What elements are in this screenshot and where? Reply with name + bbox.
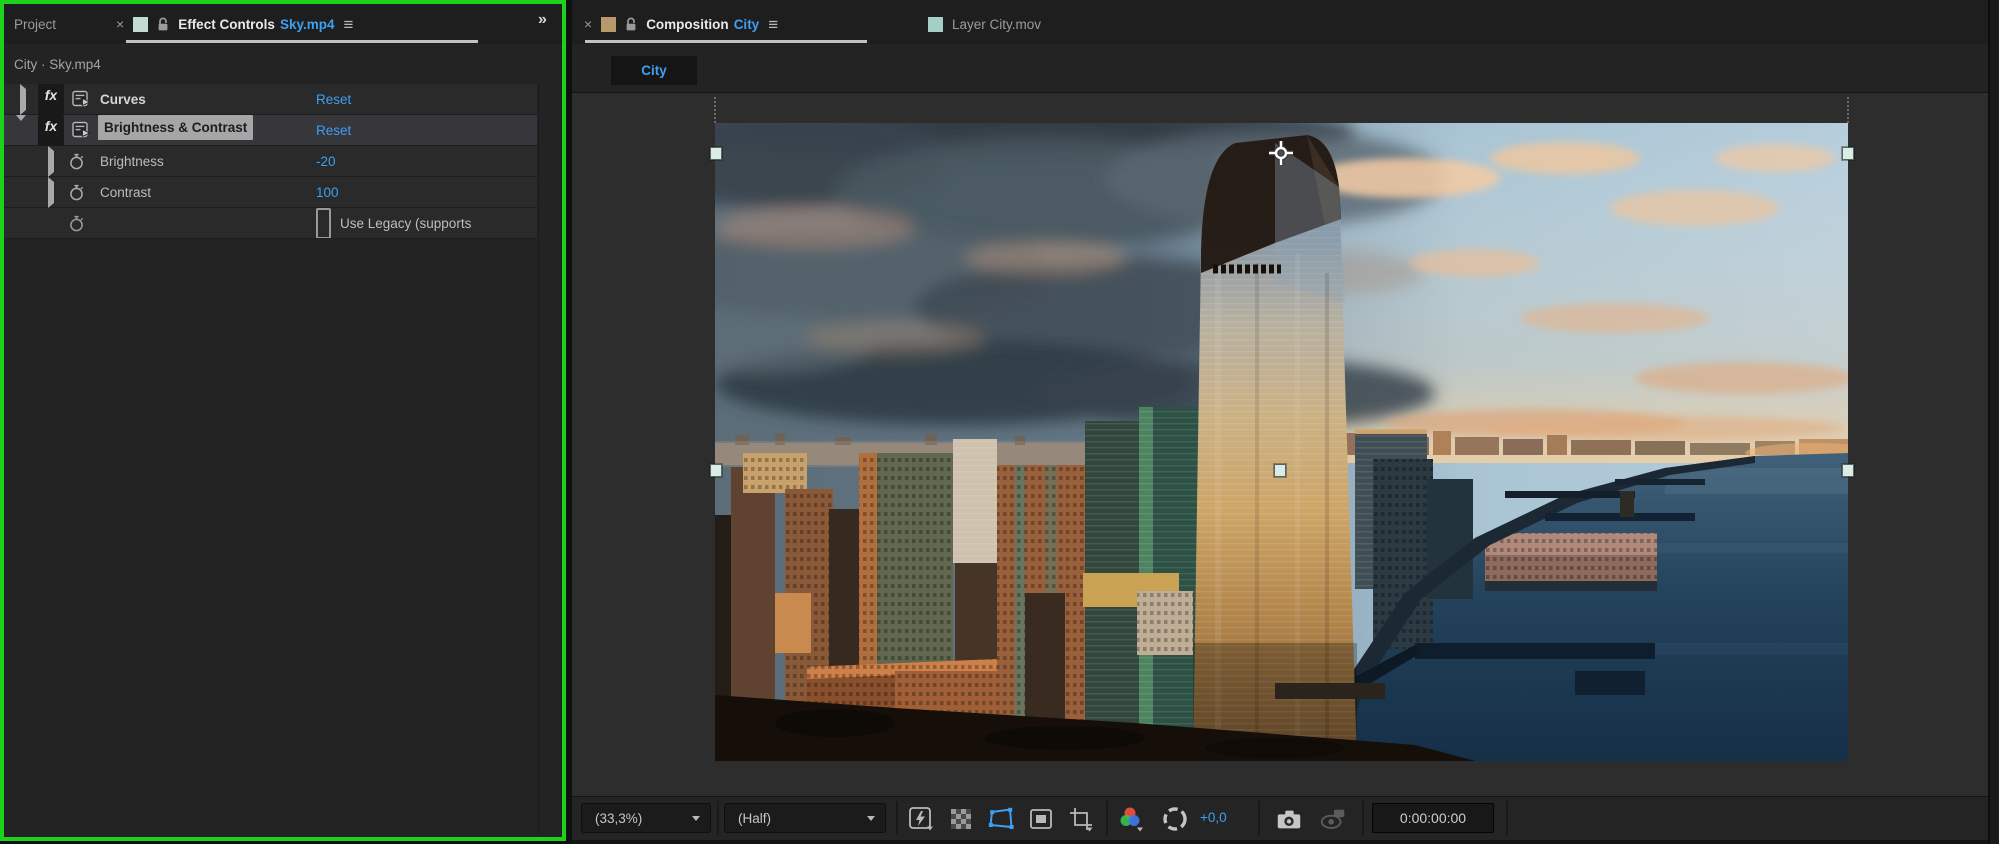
resolution-dropdown[interactable]: (Half)	[724, 803, 886, 833]
panel-color-swatch	[601, 16, 617, 32]
app-root: Project × Effect Controls Sky.mp4 ≡ » Ci…	[0, 0, 1999, 844]
composition-viewer[interactable]	[572, 92, 1988, 796]
effect-icon	[72, 90, 91, 107]
stopwatch-icon[interactable]	[68, 184, 85, 201]
tab-composition[interactable]: × Composition City ≡	[584, 4, 778, 44]
chevron-right-icon[interactable]	[48, 177, 54, 208]
selection-handle[interactable]	[710, 147, 722, 160]
active-tab-underline	[126, 40, 478, 43]
composition-subtab-city[interactable]: City	[611, 56, 697, 85]
magnification-dropdown[interactable]: (33,3%)	[581, 803, 711, 833]
property-name: Contrast	[100, 185, 152, 200]
fx-badge[interactable]: fx	[38, 84, 64, 115]
reset-link[interactable]: Reset	[316, 84, 351, 115]
selection-handle[interactable]	[1842, 147, 1854, 160]
panel-right-edge	[1988, 0, 1999, 844]
toolbar-separator	[1506, 801, 1508, 835]
selection-handle[interactable]	[710, 464, 722, 477]
effect-name[interactable]: Curves	[100, 84, 146, 115]
tab-layer[interactable]: Layer City.mov	[928, 4, 1041, 44]
exposure-value[interactable]: +0,0	[1200, 803, 1227, 833]
toolbar-separator	[717, 801, 719, 835]
property-row-use-legacy[interactable]: Use Legacy (supports	[4, 208, 537, 239]
source-label: City · Sky.mp4	[4, 44, 562, 84]
effect-controls-panel: Project × Effect Controls Sky.mp4 ≡ » Ci…	[0, 0, 566, 841]
toolbar-separator	[1106, 801, 1108, 835]
chevron-down-icon[interactable]	[16, 115, 26, 146]
panel-color-swatch	[133, 16, 149, 32]
panel-title-target: City	[733, 16, 760, 32]
lock-icon[interactable]	[625, 17, 637, 32]
toolbar-separator	[1362, 801, 1364, 835]
mask-visibility-button[interactable]	[1026, 804, 1056, 834]
property-value[interactable]: 100	[316, 177, 339, 208]
panel-title: Effect Controls	[178, 16, 275, 32]
close-icon[interactable]: ×	[116, 17, 124, 31]
checkbox-label: Use Legacy (supports	[340, 216, 472, 231]
region-of-interest-button[interactable]	[986, 804, 1016, 834]
property-row-contrast[interactable]: Contrast 100	[4, 177, 537, 208]
layer-edge-dash	[1847, 97, 1849, 123]
use-legacy-checkbox[interactable]	[316, 208, 331, 238]
property-value[interactable]: -20	[316, 146, 336, 177]
toolbar-separator	[896, 801, 898, 835]
lock-icon[interactable]	[157, 17, 169, 32]
chevron-right-icon[interactable]	[48, 146, 54, 177]
reset-link[interactable]: Reset	[316, 115, 351, 146]
fast-previews-button[interactable]	[906, 804, 936, 834]
transparency-grid-button[interactable]	[946, 804, 976, 834]
tab-project[interactable]: Project	[14, 17, 56, 32]
panel-title-target: Sky.mp4	[279, 16, 335, 32]
current-time-field[interactable]: 0:00:00:00	[1372, 803, 1494, 833]
exposure-offset: +0,0	[1200, 810, 1227, 825]
close-icon[interactable]: ×	[584, 17, 592, 31]
effect-row-brightness-contrast[interactable]: fx Brightness & Contrast Reset	[4, 115, 537, 146]
panel-menu-icon[interactable]: ≡	[343, 16, 353, 33]
timecode-value: 0:00:00:00	[1399, 810, 1467, 826]
resolution-value: (Half)	[738, 810, 771, 826]
chevron-down-icon	[692, 815, 700, 821]
composition-image[interactable]	[715, 123, 1848, 761]
show-snapshot-button[interactable]	[1318, 804, 1348, 834]
take-snapshot-button[interactable]	[1274, 804, 1304, 834]
tab-effect-controls[interactable]: × Effect Controls Sky.mp4 ≡	[116, 4, 353, 44]
panel-menu-icon[interactable]: ≡	[768, 16, 778, 33]
composition-tabbar	[572, 0, 1988, 44]
anchor-point-icon[interactable]	[1268, 140, 1294, 166]
grid-guides-button[interactable]	[1066, 804, 1096, 834]
effect-icon	[72, 121, 91, 138]
chevron-down-icon	[867, 815, 875, 821]
effect-row-curves[interactable]: fx Curves Reset	[4, 84, 537, 115]
panel-color-swatch	[928, 16, 943, 32]
show-channel-button[interactable]	[1116, 804, 1146, 834]
effect-name-selected[interactable]: Brightness & Contrast	[98, 115, 254, 140]
stopwatch-icon[interactable]	[68, 153, 85, 170]
overflow-icon[interactable]: »	[538, 11, 547, 29]
panel-title: Composition	[646, 16, 729, 32]
selection-handle[interactable]	[1842, 464, 1854, 477]
active-tab-underline	[585, 40, 867, 43]
property-row-brightness[interactable]: Brightness -20	[4, 146, 537, 177]
panel-bottom-edge	[572, 840, 1988, 844]
chevron-right-icon[interactable]	[20, 84, 26, 115]
magnification-value: (33,3%)	[595, 810, 643, 826]
fx-badge[interactable]: fx	[38, 115, 64, 146]
layer-edge-dash	[714, 97, 716, 123]
scroll-gutter[interactable]	[538, 84, 539, 835]
tab-layer-label: Layer City.mov	[952, 16, 1042, 32]
toolbar-separator	[1258, 801, 1260, 835]
stopwatch-icon[interactable]	[68, 215, 85, 232]
reset-exposure-button[interactable]	[1160, 804, 1190, 834]
selection-handle[interactable]	[1274, 464, 1286, 477]
property-name: Brightness	[100, 154, 164, 169]
